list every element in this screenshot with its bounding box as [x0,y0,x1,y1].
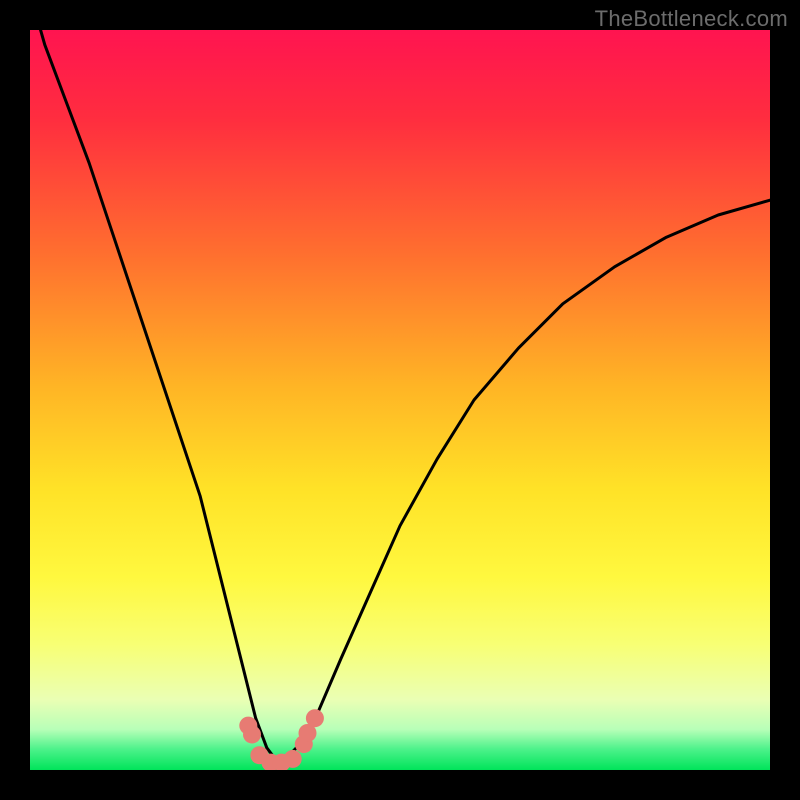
watermark-text: TheBottleneck.com [595,6,788,32]
curve-layer [30,30,770,770]
marker-point [306,709,324,727]
chart-frame: TheBottleneck.com [0,0,800,800]
marker-point [284,750,302,768]
curve-path [30,30,770,763]
plot-area [30,30,770,770]
marker-point [243,725,261,743]
